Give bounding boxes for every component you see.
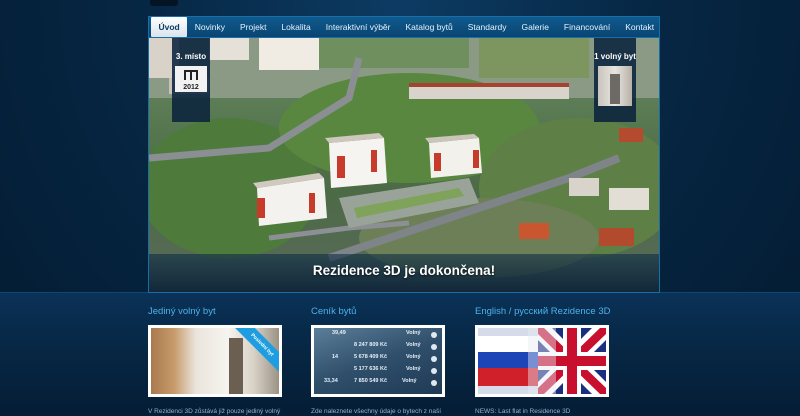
award-pillars-icon [184,70,198,82]
price-row: 5 177 636 Kč Volný [314,366,442,376]
price-row: 33,34 7 850 549 Kč Volný [314,378,442,388]
hero-caption-text: Rezidence 3D je dokončena! [312,262,496,278]
site-logo-fragment [150,0,178,6]
price-row: 8 247 809 Kč Volný [314,342,442,352]
column-text-english-russian: NEWS: Last flat in Residence 3D [475,408,571,415]
nav-item-uvod[interactable]: Úvod [151,17,188,37]
nav-item-galerie[interactable]: Galerie [514,17,556,37]
column-title-price-list[interactable]: Ceník bytů [311,306,466,317]
nav-item-katalog-bytu[interactable]: Katalog bytů [398,17,460,37]
free-flat-label: 1 volný byt [594,52,636,61]
nav-item-financovani[interactable]: Financování [556,17,617,37]
hero-banner[interactable]: 3. místo 2012 1 volný byt Rezidence 3D j… [148,38,660,293]
free-flat-image[interactable]: Poslední byt [148,325,282,397]
column-price-list: Ceník bytů 39,49 Volný 8 247 809 Kč Voln… [311,306,466,415]
award-logo: 2012 [175,66,207,92]
column-title-free-flat[interactable]: Jediný volný byt [148,306,303,317]
nav-item-lokalita[interactable]: Lokalita [274,17,318,37]
nav-item-kontakt[interactable]: Kontakt [618,17,662,37]
price-row: 14 5 678 409 Kč Volný [314,354,442,364]
award-badge[interactable]: 3. místo 2012 [172,38,210,122]
nav-item-novinky[interactable]: Novinky [187,17,232,37]
nav-item-projekt[interactable]: Projekt [232,17,273,37]
ru-uk-flags-icon [478,328,606,394]
column-title-english-russian[interactable]: English / русский Rezidence 3D [475,306,630,317]
column-free-flat: Jediný volný byt Poslední byt V Rezidenc… [148,306,303,415]
main-navigation: Úvod Novinky Projekt Lokalita Interaktiv… [148,16,660,38]
price-list-image[interactable]: 39,49 Volný 8 247 809 Kč Volný 14 5 678 … [311,325,445,397]
column-text-free-flat: V Rezidenci 3D zůstává již pouze jediný … [148,408,281,415]
column-text-price-list: Zde naleznete všechny údaje o bytech z n… [311,408,442,415]
hero-caption-bar: Rezidence 3D je dokončena! [149,254,659,292]
nav-item-standardy[interactable]: Standardy [460,17,514,37]
nav-item-interaktivni-vyber[interactable]: Interaktivní výběr [318,17,398,37]
free-flat-thumbnail [598,66,632,106]
free-flat-badge[interactable]: 1 volný byt [594,38,636,122]
flags-image[interactable] [475,325,609,397]
column-english-russian: English / русский Rezidence 3D NEWS: Las… [475,306,630,415]
apartment-door [229,338,243,394]
award-year: 2012 [183,84,199,91]
price-row: 39,49 Volný [314,330,442,340]
award-rank-label: 3. místo [175,52,207,61]
